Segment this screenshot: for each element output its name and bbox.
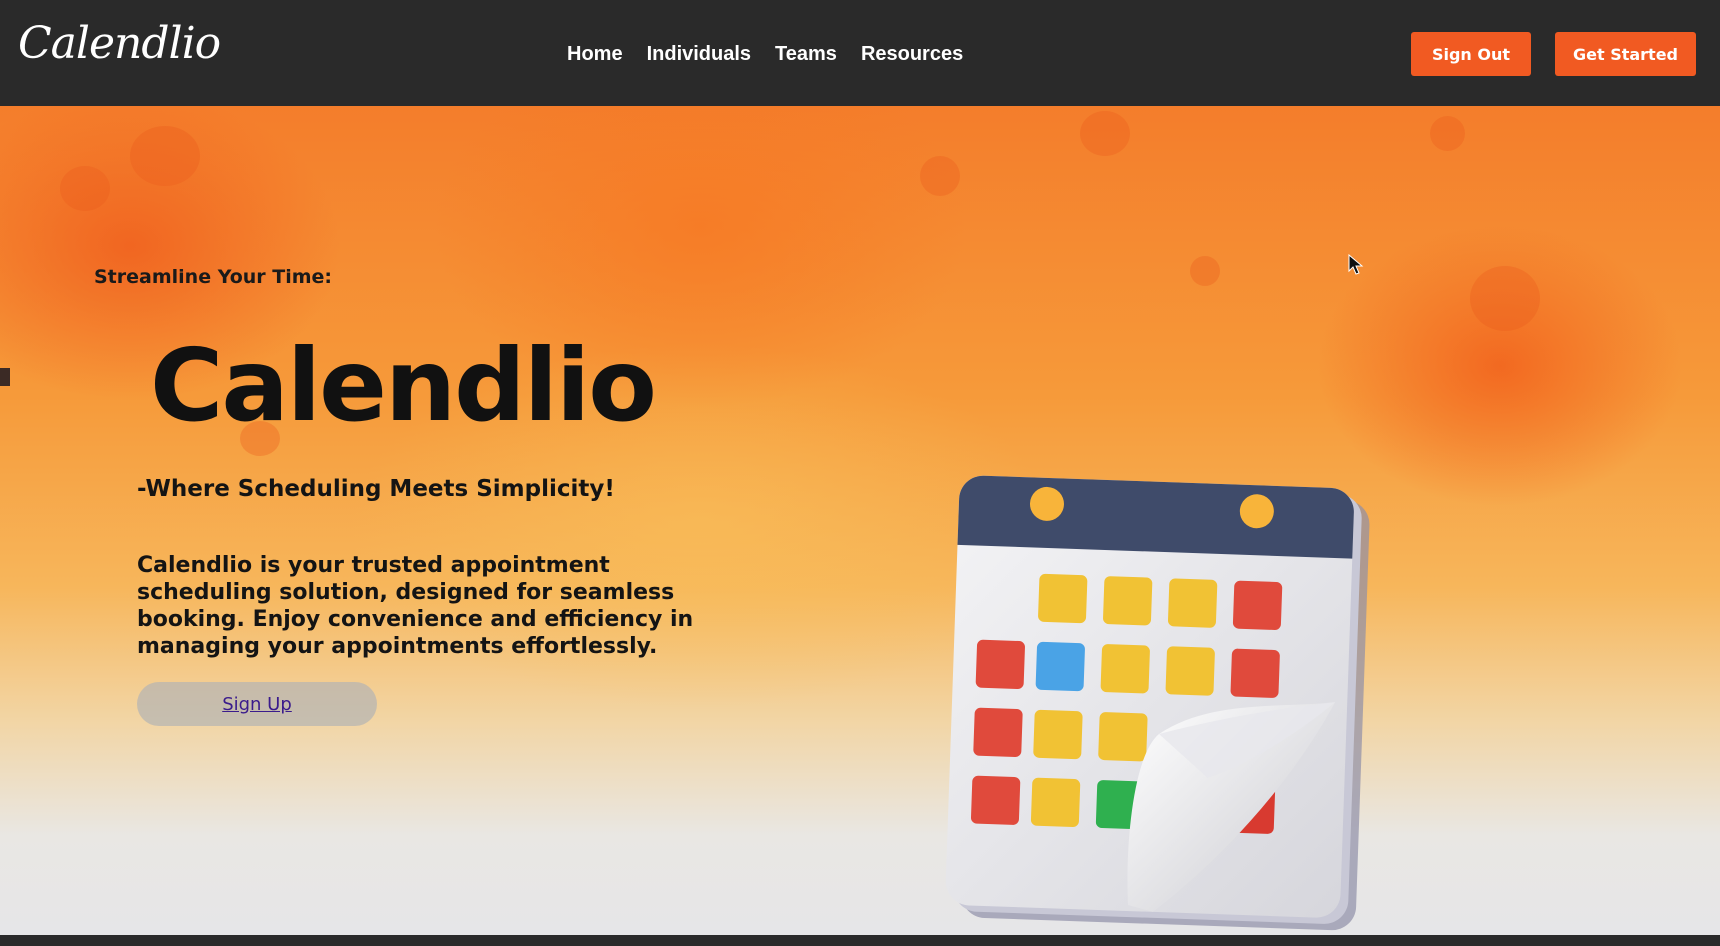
hero-title: Calendlio: [150, 327, 657, 444]
sign-up-link[interactable]: Sign Up: [222, 694, 292, 715]
sign-up-button[interactable]: Sign Up: [137, 682, 377, 726]
sign-out-button[interactable]: Sign Out: [1411, 32, 1531, 76]
decorative-splotch: [920, 156, 960, 196]
nav-teams[interactable]: Teams: [775, 40, 837, 68]
hero-section: Streamline Your Time: Calendlio -Where S…: [0, 106, 1720, 935]
decorative-splotch: [1430, 116, 1465, 151]
main-nav: Home Individuals Teams Resources: [567, 40, 963, 68]
calendar-illustration-icon: [945, 475, 1370, 931]
decorative-splotch: [1190, 256, 1220, 286]
get-started-button[interactable]: Get Started: [1555, 32, 1696, 76]
nav-resources[interactable]: Resources: [861, 40, 963, 68]
decorative-splotch: [1470, 266, 1540, 331]
nav-individuals[interactable]: Individuals: [647, 40, 751, 68]
top-navbar: Calendlio Home Individuals Teams Resourc…: [0, 0, 1720, 106]
logo[interactable]: Calendlio: [18, 22, 221, 66]
decorative-splotch: [130, 126, 200, 186]
decorative-splotch: [60, 166, 110, 211]
hero-eyebrow: Streamline Your Time:: [94, 266, 333, 288]
mouse-cursor-icon: [1348, 254, 1364, 275]
nav-home[interactable]: Home: [567, 40, 623, 68]
decorative-splotch: [1080, 111, 1130, 156]
side-edge-tab[interactable]: [0, 368, 10, 386]
hero-tagline: -Where Scheduling Meets Simplicity!: [137, 476, 615, 502]
hero-description: Calendlio is your trusted appointment sc…: [137, 553, 694, 659]
